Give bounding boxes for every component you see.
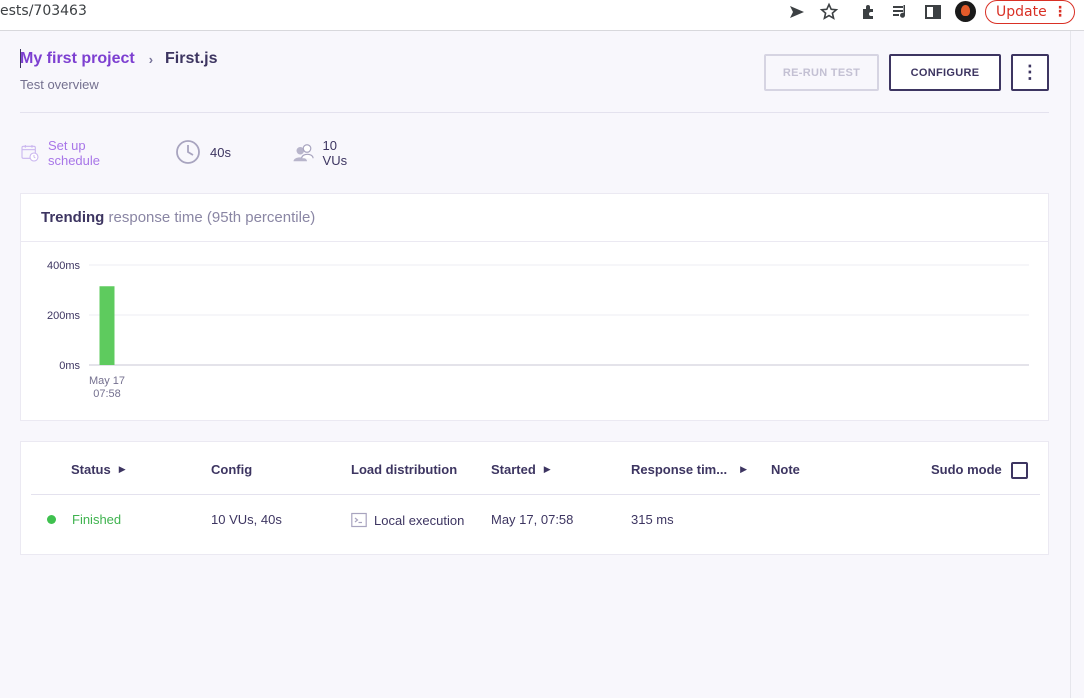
column-header-load-label: Load distribution [351,462,458,477]
y-tick-label: 400ms [47,260,81,272]
caret-right-icon: ▶ [543,464,551,474]
status-dot-icon [47,515,56,524]
scrollbar-track[interactable] [1070,31,1084,698]
column-header-config-label: Config [211,462,253,477]
page-subtitle: Test overview [20,77,99,92]
row-config: 10 VUs, 40s [211,512,282,527]
url-text[interactable]: ests/703463 [0,3,87,19]
column-header-config: Config [211,462,252,477]
breadcrumb-project-link[interactable]: My first project [20,50,135,68]
test-runs-table: Status ▶ Config Load distribution Starte… [20,441,1049,555]
caret-right-icon: ▶ [740,464,747,474]
chart-divider [21,241,1048,242]
row-response: 315 ms [631,512,674,527]
column-header-sudo: Sudo mode [931,462,1002,477]
trending-bar-chart: 0ms 200ms 400ms May 1707:58 [47,260,1029,400]
setup-schedule-label: Set up schedule [47,138,101,168]
setup-schedule-link[interactable]: Set up schedule [20,138,110,168]
duration-info: 40s [174,138,231,166]
update-button[interactable]: Update ⋮ [985,0,1075,24]
column-header-status[interactable]: Status ▶ [71,462,126,477]
column-header-started[interactable]: Started ▶ [491,462,551,477]
terminal-icon [351,512,367,528]
extensions-icon[interactable] [859,2,879,22]
chart-title-strong: Trending [41,209,105,226]
status-text: Finished [72,512,122,527]
column-header-status-label: Status [71,462,111,477]
calendar-clock-icon [21,145,39,162]
x-tick-label: 07:58 [93,388,121,400]
row-load: Local execution [351,512,464,528]
y-tick-label: 200ms [47,310,81,322]
duration-value: 40s [210,144,231,160]
more-icon: ⋮ [1053,4,1067,20]
sudo-mode-checkbox[interactable] [1011,462,1028,479]
trending-chart-panel: Trending response time (95th percentile)… [20,193,1049,421]
breadcrumb-test-name: First.js [165,50,218,67]
header-divider [20,112,1049,113]
chevron-right-icon: › [148,51,154,67]
users-icon [293,144,314,162]
y-tick-label: 0ms [59,360,80,372]
vus-value: 10 VUs [322,138,348,168]
x-tick-label: May 17 [89,375,125,387]
update-label: Update [996,4,1047,20]
chart-bar[interactable] [99,286,115,365]
chart-title-muted: response time (95th percentile) [104,209,316,226]
send-icon[interactable] [787,2,807,22]
media-icon[interactable] [891,2,911,22]
vus-info: 10 VUs [292,138,355,168]
column-header-response[interactable]: Response tim... ▶ [631,462,747,477]
row-started: May 17, 07:58 [491,512,574,527]
table-header-divider [31,494,1040,495]
breadcrumb: My first project › First.js [20,50,218,68]
column-header-started-label: Started [491,462,536,477]
chart-title: Trending response time (95th percentile) [41,209,315,226]
profile-avatar[interactable] [955,1,976,22]
row-status: Finished [47,512,122,527]
more-options-button[interactable]: ⋮ [1011,54,1049,91]
row-load-text: Local execution [374,512,465,528]
sidepanel-icon[interactable] [923,2,943,22]
column-header-note-label: Note [771,462,800,477]
configure-button[interactable]: CONFIGURE [889,54,1001,91]
column-header-load: Load distribution [351,462,457,477]
star-icon[interactable] [819,2,839,22]
column-header-note: Note [771,462,800,477]
browser-toolbar: ests/703463 Update ⋮ [0,0,1084,31]
column-header-response-label: Response tim... [631,462,728,477]
clock-icon [176,140,200,164]
caret-right-icon: ▶ [118,464,126,474]
rerun-test-button[interactable]: RE-RUN TEST [764,54,879,91]
column-header-sudo-label: Sudo mode [931,462,1002,477]
